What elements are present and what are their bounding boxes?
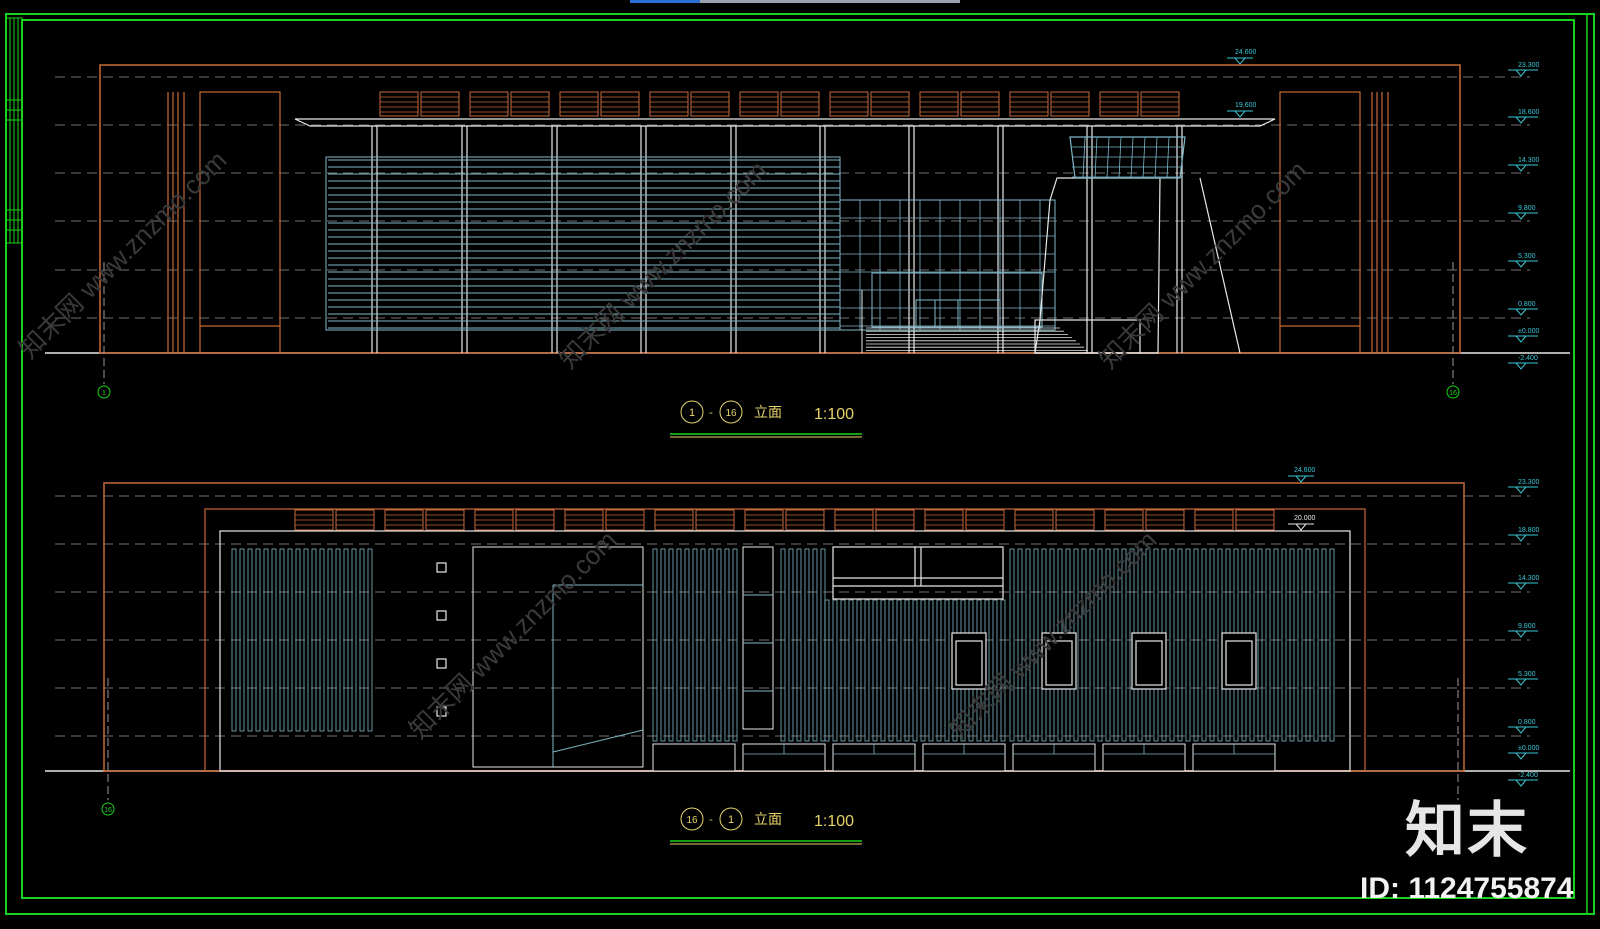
wm-cn-2: 知末网: [553, 298, 629, 374]
title-block-strip: [5, 17, 23, 244]
cone-glazing: [1072, 136, 1183, 179]
level-label: 5.300: [1518, 253, 1536, 260]
entrance-front: [871, 272, 1043, 328]
svg-text:-: -: [709, 407, 713, 419]
title-scale: 1:100: [814, 406, 854, 423]
level-marks-front: 23.300 18.600 14.300 9.800 5.300 0.800 ±0.000 -…: [1508, 62, 1540, 370]
level-label: 9.800: [1518, 623, 1536, 630]
diagonal-watermarks: 知末网 www.znzmo.com 知末网 www.znzmo.com 知末网 …: [13, 145, 1312, 744]
level-label: ±0.000: [1518, 328, 1539, 335]
watermark-id: ID: 1124755874: [1360, 872, 1574, 905]
watermark-logo: 知末: [1405, 796, 1529, 866]
elevation-rear: 16 23.300 18.800 14.300 9.800 5.300 0.800 ±0.0…: [45, 467, 1570, 845]
elevation-title-front: 1 - 16 立面 1:100: [670, 400, 862, 438]
wm-site-2: www.znzmo.com: [613, 155, 773, 315]
level-label: 18.800: [1518, 527, 1540, 534]
horizontal-window-band: [832, 546, 1004, 600]
wm-site-4: www.znzmo.com: [463, 525, 623, 685]
outer-frame: [5, 13, 1595, 915]
parapet-level-label: 20.000: [1294, 515, 1316, 522]
level-label: 0.800: [1518, 719, 1536, 726]
level-marks-rear: 23.300 18.800 14.300 9.800 5.300 0.800 ±0.000 -…: [1508, 479, 1540, 787]
vertical-strip-window: [742, 546, 774, 730]
level-label: 0.800: [1518, 301, 1536, 308]
axis-label-left-rear: 16: [104, 807, 112, 814]
title-to-rear: 1: [728, 814, 734, 826]
title-scale-rear: 1:100: [814, 813, 854, 830]
roof-louvres-rear: [294, 509, 1275, 531]
level-label: 23.300: [1518, 62, 1540, 69]
wm-site-1: www.znzmo.com: [73, 145, 233, 305]
title-from: 1: [689, 407, 695, 419]
axis-label-left: 1: [102, 390, 106, 397]
elevation-title-rear: 16 - 1 立面 1:100: [670, 807, 862, 845]
level-label: -2.400: [1518, 772, 1538, 779]
ground-storefront: [652, 743, 1276, 772]
canopy-level-label: 19.600: [1235, 102, 1257, 109]
level-label: 9.800: [1518, 205, 1536, 212]
level-label: 23.300: [1518, 479, 1540, 486]
roof-louvres-front: [379, 91, 1180, 117]
level-label: -2.400: [1518, 355, 1538, 362]
roof-level-label: 24.600: [1235, 49, 1257, 56]
level-label: 18.600: [1518, 109, 1540, 116]
svg-text:知末网 www.znzmo.com: 知末网 www.znzmo.com: [403, 525, 622, 744]
roof-level-label-rear: 24.600: [1294, 467, 1316, 474]
title-text: 立面: [754, 405, 782, 421]
axis-label-right: 16: [1449, 390, 1457, 397]
level-label: 5.300: [1518, 671, 1536, 678]
vertical-fins-rear: [231, 548, 1335, 742]
entrance-stairs: [861, 290, 1088, 353]
elevation-front: 1 16 23.300 18.600 14.300 9.800 5.300 0.800 ±0…: [45, 49, 1570, 438]
cad-drawing-canvas: 1 16 23.300 18.600 14.300 9.800 5.300 0.800 ±0…: [5, 13, 1595, 915]
title-from-rear: 16: [686, 815, 698, 826]
svg-text:-: -: [709, 814, 713, 826]
title-to: 16: [725, 408, 737, 419]
wm-cn-4: 知末网: [403, 668, 479, 744]
title-text-rear: 立面: [754, 812, 782, 828]
level-label: ±0.000: [1518, 745, 1539, 752]
level-label: 14.300: [1518, 575, 1540, 582]
level-label: 14.300: [1518, 157, 1540, 164]
